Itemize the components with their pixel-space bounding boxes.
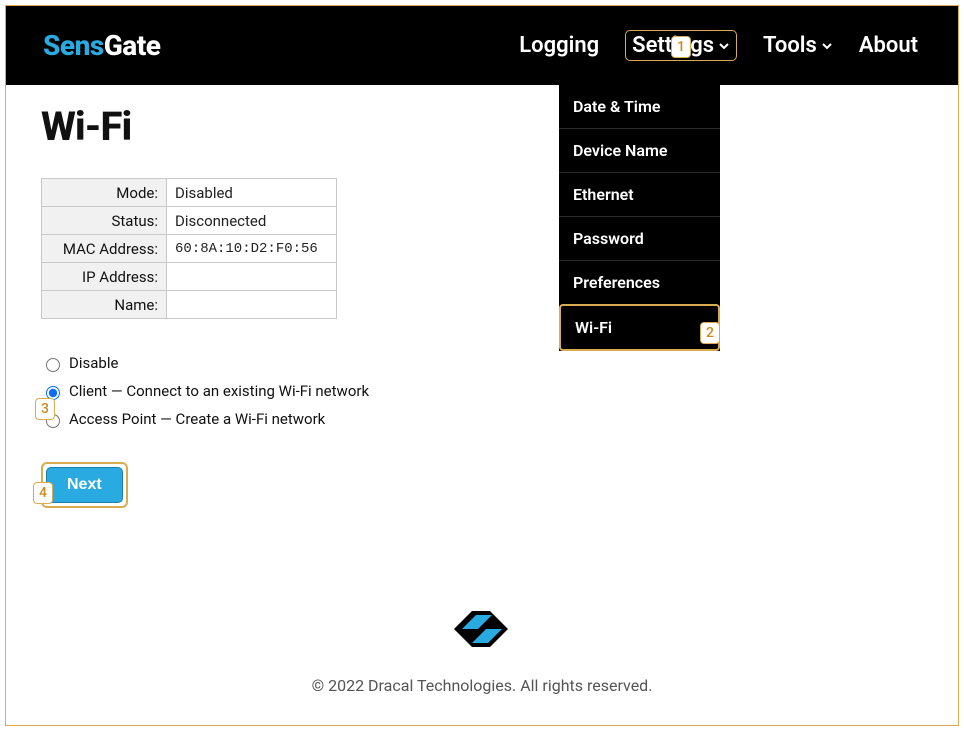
dropdown-device-name[interactable]: Device Name xyxy=(559,128,720,172)
dropdown-preferences[interactable]: Preferences xyxy=(559,260,720,304)
status-row-name: Name: xyxy=(42,291,337,319)
app-frame: SensGate Logging Settings Tools About xyxy=(5,5,959,726)
footer: © 2022 Dracal Technologies. All rights r… xyxy=(6,600,958,695)
status-ip-label: IP Address: xyxy=(42,263,167,291)
brand-accent: Sens xyxy=(43,29,104,62)
footer-logo xyxy=(6,600,958,658)
callout-1: 1 xyxy=(671,36,691,58)
option-ap-label: Access Point — Create a Wi-Fi network xyxy=(69,410,325,428)
nav-tools[interactable]: Tools xyxy=(763,33,833,58)
option-client[interactable]: Client — Connect to an existing Wi-Fi ne… xyxy=(41,382,923,400)
option-disable-label: Disable xyxy=(69,354,118,372)
option-access-point[interactable]: Access Point — Create a Wi-Fi network xyxy=(41,410,923,428)
navbar: SensGate Logging Settings Tools About xyxy=(6,6,958,85)
status-mac-label: MAC Address: xyxy=(42,235,167,263)
dropdown-ethernet[interactable]: Ethernet xyxy=(559,172,720,216)
status-status-label: Status: xyxy=(42,207,167,235)
nav-about[interactable]: About xyxy=(859,33,918,58)
settings-dropdown: Date & Time Device Name Ethernet Passwor… xyxy=(559,85,720,351)
status-name-value xyxy=(167,291,337,319)
status-mac-value: 60:8A:10:D2:F0:56 xyxy=(167,235,337,263)
callout-2: 2 xyxy=(700,322,720,344)
option-client-label: Client — Connect to an existing Wi-Fi ne… xyxy=(69,382,369,400)
callout-3: 3 xyxy=(35,398,55,420)
nav-tools-label: Tools xyxy=(763,33,817,58)
status-row-ip: IP Address: xyxy=(42,263,337,291)
radio-disable[interactable] xyxy=(46,358,60,372)
option-disable[interactable]: Disable xyxy=(41,354,923,372)
status-row-mode: Mode: Disabled xyxy=(42,179,337,207)
status-status-value: Disconnected xyxy=(167,207,337,235)
page-title: Wi-Fi xyxy=(41,103,923,150)
nav-logging-label: Logging xyxy=(519,33,599,58)
next-button-highlight: Next xyxy=(41,462,128,508)
nav-about-label: About xyxy=(859,33,918,58)
page-body: Wi-Fi Mode: Disabled Status: Disconnecte… xyxy=(6,85,958,508)
dropdown-date-time[interactable]: Date & Time xyxy=(559,85,720,128)
footer-copyright: © 2022 Dracal Technologies. All rights r… xyxy=(6,676,958,695)
dropdown-wifi[interactable]: Wi-Fi xyxy=(559,304,720,351)
status-row-status: Status: Disconnected xyxy=(42,207,337,235)
dropdown-password[interactable]: Password xyxy=(559,216,720,260)
brand-rest: Gate xyxy=(104,29,161,62)
status-mode-value: Disabled xyxy=(167,179,337,207)
nav-right: Logging Settings Tools About xyxy=(519,6,918,85)
status-table: Mode: Disabled Status: Disconnected MAC … xyxy=(41,178,337,319)
status-ip-value xyxy=(167,263,337,291)
callout-4: 4 xyxy=(33,482,53,504)
status-row-mac: MAC Address: 60:8A:10:D2:F0:56 xyxy=(42,235,337,263)
brand-logo: SensGate xyxy=(43,29,160,62)
logo-icon xyxy=(445,600,519,658)
status-mode-label: Mode: xyxy=(42,179,167,207)
nav-logging[interactable]: Logging xyxy=(519,33,599,58)
next-button[interactable]: Next xyxy=(46,467,123,503)
wifi-mode-options: Disable Client — Connect to an existing … xyxy=(41,354,923,428)
chevron-down-icon xyxy=(821,40,833,52)
status-name-label: Name: xyxy=(42,291,167,319)
chevron-down-icon xyxy=(718,40,730,52)
